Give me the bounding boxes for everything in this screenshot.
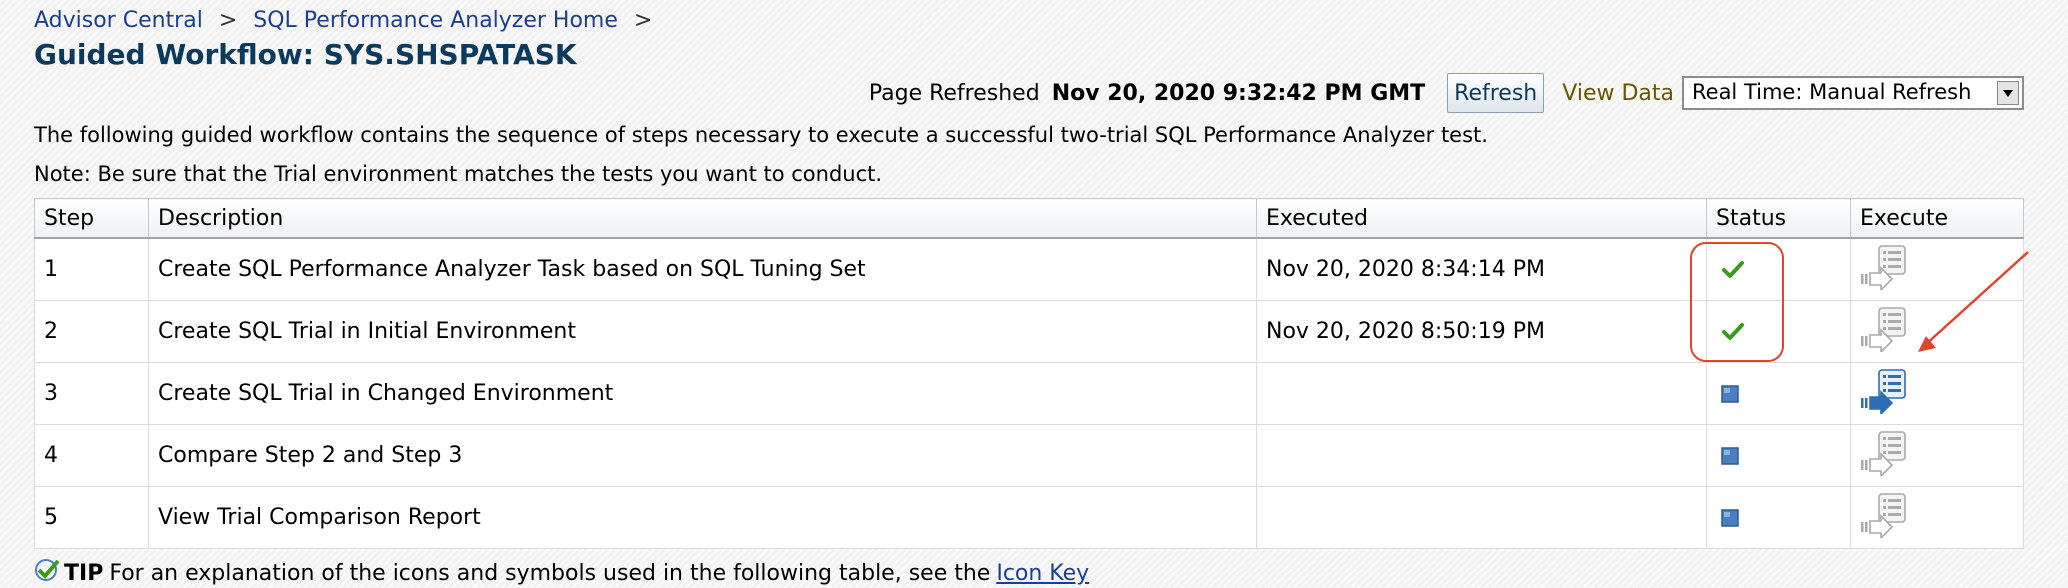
page-refreshed-timestamp: Nov 20, 2020 9:32:42 PM GMT — [1051, 80, 1426, 106]
execute-step-icon[interactable] — [1859, 368, 1911, 414]
step-number: 2 — [34, 300, 149, 363]
tip-check-icon — [34, 558, 60, 588]
intro-text: The following guided workflow contains t… — [34, 123, 1488, 147]
execute-step-icon — [1859, 492, 1911, 538]
annotation-highlight-box — [1690, 242, 1784, 362]
step-description: Create SQL Trial in Changed Environment — [148, 362, 1257, 425]
tip-bar: TIP For an explanation of the icons and … — [34, 558, 1089, 588]
status-cell — [1706, 362, 1851, 425]
execute-step-icon — [1859, 430, 1911, 476]
icon-key-link[interactable]: Icon Key — [996, 561, 1089, 586]
executed-timestamp: Nov 20, 2020 8:50:19 PM — [1256, 300, 1707, 363]
step-description: View Trial Comparison Report — [148, 486, 1257, 549]
execute-cell — [1850, 486, 2024, 549]
step-description: Create SQL Performance Analyzer Task bas… — [148, 237, 1257, 301]
status-cell — [1706, 486, 1851, 549]
column-header-description: Description — [148, 198, 1257, 239]
page-refreshed-label: Page Refreshed — [868, 80, 1040, 106]
breadcrumb-link-advisor-central[interactable]: Advisor Central — [34, 8, 203, 33]
tip-label: TIP — [64, 560, 104, 586]
step-number: 1 — [34, 237, 149, 301]
column-header-status: Status — [1706, 198, 1851, 239]
breadcrumb: Advisor Central > SQL Performance Analyz… — [34, 8, 668, 33]
execute-cell — [1850, 362, 2024, 425]
status-pending-square-icon — [1721, 508, 1841, 527]
note-text: Note: Be sure that the Trial environment… — [34, 162, 883, 186]
execute-cell — [1850, 424, 2024, 487]
table-row: 3 Create SQL Trial in Changed Environment — [34, 362, 2024, 425]
annotation-arrow-icon — [1918, 251, 2029, 352]
step-number: 3 — [34, 362, 149, 425]
table-row: 5 View Trial Comparison Report — [34, 486, 2024, 549]
step-description: Create SQL Trial in Initial Environment — [148, 300, 1257, 363]
view-data-select[interactable]: Real Time: Manual Refresh — [1682, 76, 2024, 110]
executed-timestamp — [1256, 424, 1707, 487]
refresh-button[interactable]: Refresh — [1447, 73, 1545, 113]
executed-timestamp — [1256, 486, 1707, 549]
table-header-row: Step Description Executed Status Execute — [34, 198, 2024, 239]
executed-timestamp: Nov 20, 2020 8:34:14 PM — [1256, 237, 1707, 301]
page-title: Guided Workflow: SYS.SHSPATASK — [34, 38, 577, 71]
breadcrumb-separator: > — [218, 8, 238, 33]
table-row: 4 Compare Step 2 and Step 3 — [34, 424, 2024, 487]
column-header-executed: Executed — [1256, 198, 1707, 239]
column-header-execute: Execute — [1850, 198, 2024, 239]
status-cell — [1706, 424, 1851, 487]
refresh-bar: Page Refreshed Nov 20, 2020 9:32:42 PM G… — [869, 73, 2024, 113]
column-header-step: Step — [34, 198, 149, 239]
step-description: Compare Step 2 and Step 3 — [148, 424, 1257, 487]
status-pending-square-icon — [1721, 446, 1841, 465]
executed-timestamp — [1256, 362, 1707, 425]
breadcrumb-link-spa-home[interactable]: SQL Performance Analyzer Home — [253, 8, 618, 33]
execute-step-icon — [1859, 306, 1911, 352]
step-number: 5 — [34, 486, 149, 549]
dropdown-arrow-icon[interactable] — [1997, 81, 2019, 105]
breadcrumb-separator: > — [633, 8, 653, 33]
execute-step-icon — [1859, 244, 1911, 290]
status-pending-square-icon — [1721, 384, 1841, 403]
tip-text: For an explanation of the icons and symb… — [109, 560, 991, 586]
view-data-label: View Data — [1562, 80, 1674, 106]
view-data-selected-value: Real Time: Manual Refresh — [1692, 80, 1972, 104]
step-number: 4 — [34, 424, 149, 487]
